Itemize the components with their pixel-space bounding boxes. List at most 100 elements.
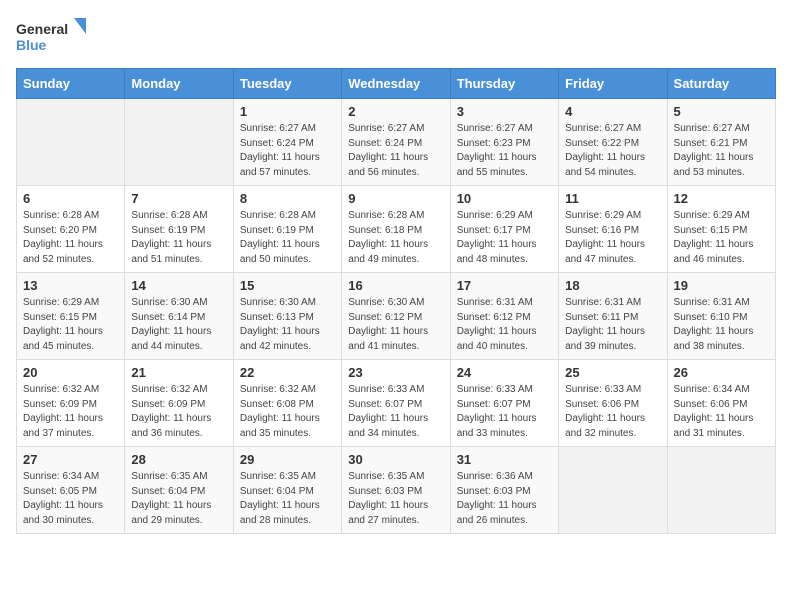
page-header: General Blue — [16, 16, 776, 58]
calendar-cell: 24 Sunrise: 6:33 AM Sunset: 6:07 PM Dayli… — [450, 360, 558, 447]
day-number: 5 — [674, 104, 769, 119]
calendar-cell: 5 Sunrise: 6:27 AM Sunset: 6:21 PM Daylig… — [667, 99, 775, 186]
weekday-header-tuesday: Tuesday — [233, 69, 341, 99]
calendar-cell: 14 Sunrise: 6:30 AM Sunset: 6:14 PM Dayli… — [125, 273, 233, 360]
day-number: 6 — [23, 191, 118, 206]
calendar-week-row: 27Sunrise: 6:34 AM Sunset: 6:05 PM Dayli… — [17, 447, 776, 534]
calendar-cell: 15 Sunrise: 6:30 AM Sunset: 6:13 PM Dayli… — [233, 273, 341, 360]
calendar-cell: 11 Sunrise: 6:29 AM Sunset: 6:16 PM Dayli… — [559, 186, 667, 273]
weekday-header-thursday: Thursday — [450, 69, 558, 99]
day-number: 3 — [457, 104, 552, 119]
calendar-cell: 19 Sunrise: 6:31 AM Sunset: 6:10 PM Dayli… — [667, 273, 775, 360]
calendar-cell: 20Sunrise: 6:32 AM Sunset: 6:09 PM Dayli… — [17, 360, 125, 447]
day-info: Sunrise: 6:27 AM Sunset: 6:24 PM Dayligh… — [348, 122, 443, 180]
svg-text:General: General — [16, 21, 68, 37]
calendar-cell: 4 Sunrise: 6:27 AM Sunset: 6:22 PM Daylig… — [559, 99, 667, 186]
day-number: 4 — [565, 104, 660, 119]
calendar-week-row: 6 Sunrise: 6:28 AM Sunset: 6:20 PM Daylig… — [17, 186, 776, 273]
day-number: 7 — [131, 191, 226, 206]
calendar-cell: 27Sunrise: 6:34 AM Sunset: 6:05 PM Dayli… — [17, 447, 125, 534]
day-number: 13 — [23, 278, 118, 293]
day-info: Sunrise: 6:28 AM Sunset: 6:19 PM Dayligh… — [240, 209, 335, 267]
logo: General Blue — [16, 16, 86, 58]
day-number: 10 — [457, 191, 552, 206]
day-number: 17 — [457, 278, 552, 293]
day-info: Sunrise: 6:36 AM Sunset: 6:03 PM Dayligh… — [457, 470, 552, 528]
day-number: 14 — [131, 278, 226, 293]
day-info: Sunrise: 6:28 AM Sunset: 6:19 PM Dayligh… — [131, 209, 226, 267]
day-info: Sunrise: 6:32 AM Sunset: 6:09 PM Dayligh… — [131, 383, 226, 441]
day-info: Sunrise: 6:35 AM Sunset: 6:04 PM Dayligh… — [131, 470, 226, 528]
day-number: 23 — [348, 365, 443, 380]
day-info: Sunrise: 6:29 AM Sunset: 6:16 PM Dayligh… — [565, 209, 660, 267]
calendar-cell: 25Sunrise: 6:33 AM Sunset: 6:06 PM Dayli… — [559, 360, 667, 447]
day-number: 29 — [240, 452, 335, 467]
day-number: 24 — [457, 365, 552, 380]
day-info: Sunrise: 6:32 AM Sunset: 6:09 PM Dayligh… — [23, 383, 118, 441]
day-info: Sunrise: 6:27 AM Sunset: 6:21 PM Dayligh… — [674, 122, 769, 180]
day-info: Sunrise: 6:29 AM Sunset: 6:15 PM Dayligh… — [674, 209, 769, 267]
calendar-cell: 26 Sunrise: 6:34 AM Sunset: 6:06 PM Dayli… — [667, 360, 775, 447]
weekday-header-monday: Monday — [125, 69, 233, 99]
day-info: Sunrise: 6:31 AM Sunset: 6:11 PM Dayligh… — [565, 296, 660, 354]
calendar-cell: 18 Sunrise: 6:31 AM Sunset: 6:11 PM Dayli… — [559, 273, 667, 360]
calendar-cell: 10 Sunrise: 6:29 AM Sunset: 6:17 PM Dayli… — [450, 186, 558, 273]
calendar-cell: 28 Sunrise: 6:35 AM Sunset: 6:04 PM Dayli… — [125, 447, 233, 534]
day-number: 22 — [240, 365, 335, 380]
day-number: 30 — [348, 452, 443, 467]
day-number: 31 — [457, 452, 552, 467]
calendar-cell: 13 Sunrise: 6:29 AM Sunset: 6:15 PM Dayli… — [17, 273, 125, 360]
day-number: 8 — [240, 191, 335, 206]
day-number: 26 — [674, 365, 769, 380]
day-info: Sunrise: 6:29 AM Sunset: 6:15 PM Dayligh… — [23, 296, 118, 354]
day-info: Sunrise: 6:28 AM Sunset: 6:18 PM Dayligh… — [348, 209, 443, 267]
calendar-cell — [17, 99, 125, 186]
calendar-cell — [125, 99, 233, 186]
calendar-cell: 17Sunrise: 6:31 AM Sunset: 6:12 PM Dayli… — [450, 273, 558, 360]
day-info: Sunrise: 6:27 AM Sunset: 6:22 PM Dayligh… — [565, 122, 660, 180]
calendar-cell: 9Sunrise: 6:28 AM Sunset: 6:18 PM Daylig… — [342, 186, 450, 273]
day-number: 12 — [674, 191, 769, 206]
day-info: Sunrise: 6:34 AM Sunset: 6:06 PM Dayligh… — [674, 383, 769, 441]
calendar-cell: 30 Sunrise: 6:35 AM Sunset: 6:03 PM Dayli… — [342, 447, 450, 534]
calendar-cell: 23Sunrise: 6:33 AM Sunset: 6:07 PM Dayli… — [342, 360, 450, 447]
day-info: Sunrise: 6:35 AM Sunset: 6:03 PM Dayligh… — [348, 470, 443, 528]
day-info: Sunrise: 6:32 AM Sunset: 6:08 PM Dayligh… — [240, 383, 335, 441]
day-number: 2 — [348, 104, 443, 119]
day-info: Sunrise: 6:30 AM Sunset: 6:12 PM Dayligh… — [348, 296, 443, 354]
day-info: Sunrise: 6:29 AM Sunset: 6:17 PM Dayligh… — [457, 209, 552, 267]
calendar-cell: 7 Sunrise: 6:28 AM Sunset: 6:19 PM Daylig… — [125, 186, 233, 273]
weekday-header-friday: Friday — [559, 69, 667, 99]
day-info: Sunrise: 6:30 AM Sunset: 6:14 PM Dayligh… — [131, 296, 226, 354]
day-info: Sunrise: 6:35 AM Sunset: 6:04 PM Dayligh… — [240, 470, 335, 528]
calendar-cell: 22 Sunrise: 6:32 AM Sunset: 6:08 PM Dayli… — [233, 360, 341, 447]
day-info: Sunrise: 6:31 AM Sunset: 6:10 PM Dayligh… — [674, 296, 769, 354]
day-number: 19 — [674, 278, 769, 293]
weekday-header-wednesday: Wednesday — [342, 69, 450, 99]
calendar-cell — [667, 447, 775, 534]
weekday-header-sunday: Sunday — [17, 69, 125, 99]
calendar-cell: 21 Sunrise: 6:32 AM Sunset: 6:09 PM Dayli… — [125, 360, 233, 447]
calendar-cell: 29 Sunrise: 6:35 AM Sunset: 6:04 PM Dayli… — [233, 447, 341, 534]
weekday-header-row: SundayMondayTuesdayWednesdayThursdayFrid… — [17, 69, 776, 99]
day-info: Sunrise: 6:34 AM Sunset: 6:05 PM Dayligh… — [23, 470, 118, 528]
day-number: 28 — [131, 452, 226, 467]
day-number: 1 — [240, 104, 335, 119]
day-info: Sunrise: 6:30 AM Sunset: 6:13 PM Dayligh… — [240, 296, 335, 354]
calendar-cell: 16Sunrise: 6:30 AM Sunset: 6:12 PM Dayli… — [342, 273, 450, 360]
calendar-cell: 2 Sunrise: 6:27 AM Sunset: 6:24 PM Daylig… — [342, 99, 450, 186]
calendar-cell — [559, 447, 667, 534]
day-number: 21 — [131, 365, 226, 380]
calendar-cell: 6 Sunrise: 6:28 AM Sunset: 6:20 PM Daylig… — [17, 186, 125, 273]
day-number: 18 — [565, 278, 660, 293]
day-number: 15 — [240, 278, 335, 293]
day-info: Sunrise: 6:28 AM Sunset: 6:20 PM Dayligh… — [23, 209, 118, 267]
calendar-cell: 31 Sunrise: 6:36 AM Sunset: 6:03 PM Dayli… — [450, 447, 558, 534]
day-info: Sunrise: 6:27 AM Sunset: 6:23 PM Dayligh… — [457, 122, 552, 180]
day-info: Sunrise: 6:33 AM Sunset: 6:07 PM Dayligh… — [457, 383, 552, 441]
svg-text:Blue: Blue — [16, 37, 47, 53]
day-info: Sunrise: 6:27 AM Sunset: 6:24 PM Dayligh… — [240, 122, 335, 180]
calendar-table: SundayMondayTuesdayWednesdayThursdayFrid… — [16, 68, 776, 534]
day-number: 11 — [565, 191, 660, 206]
calendar-cell: 12 Sunrise: 6:29 AM Sunset: 6:15 PM Dayli… — [667, 186, 775, 273]
